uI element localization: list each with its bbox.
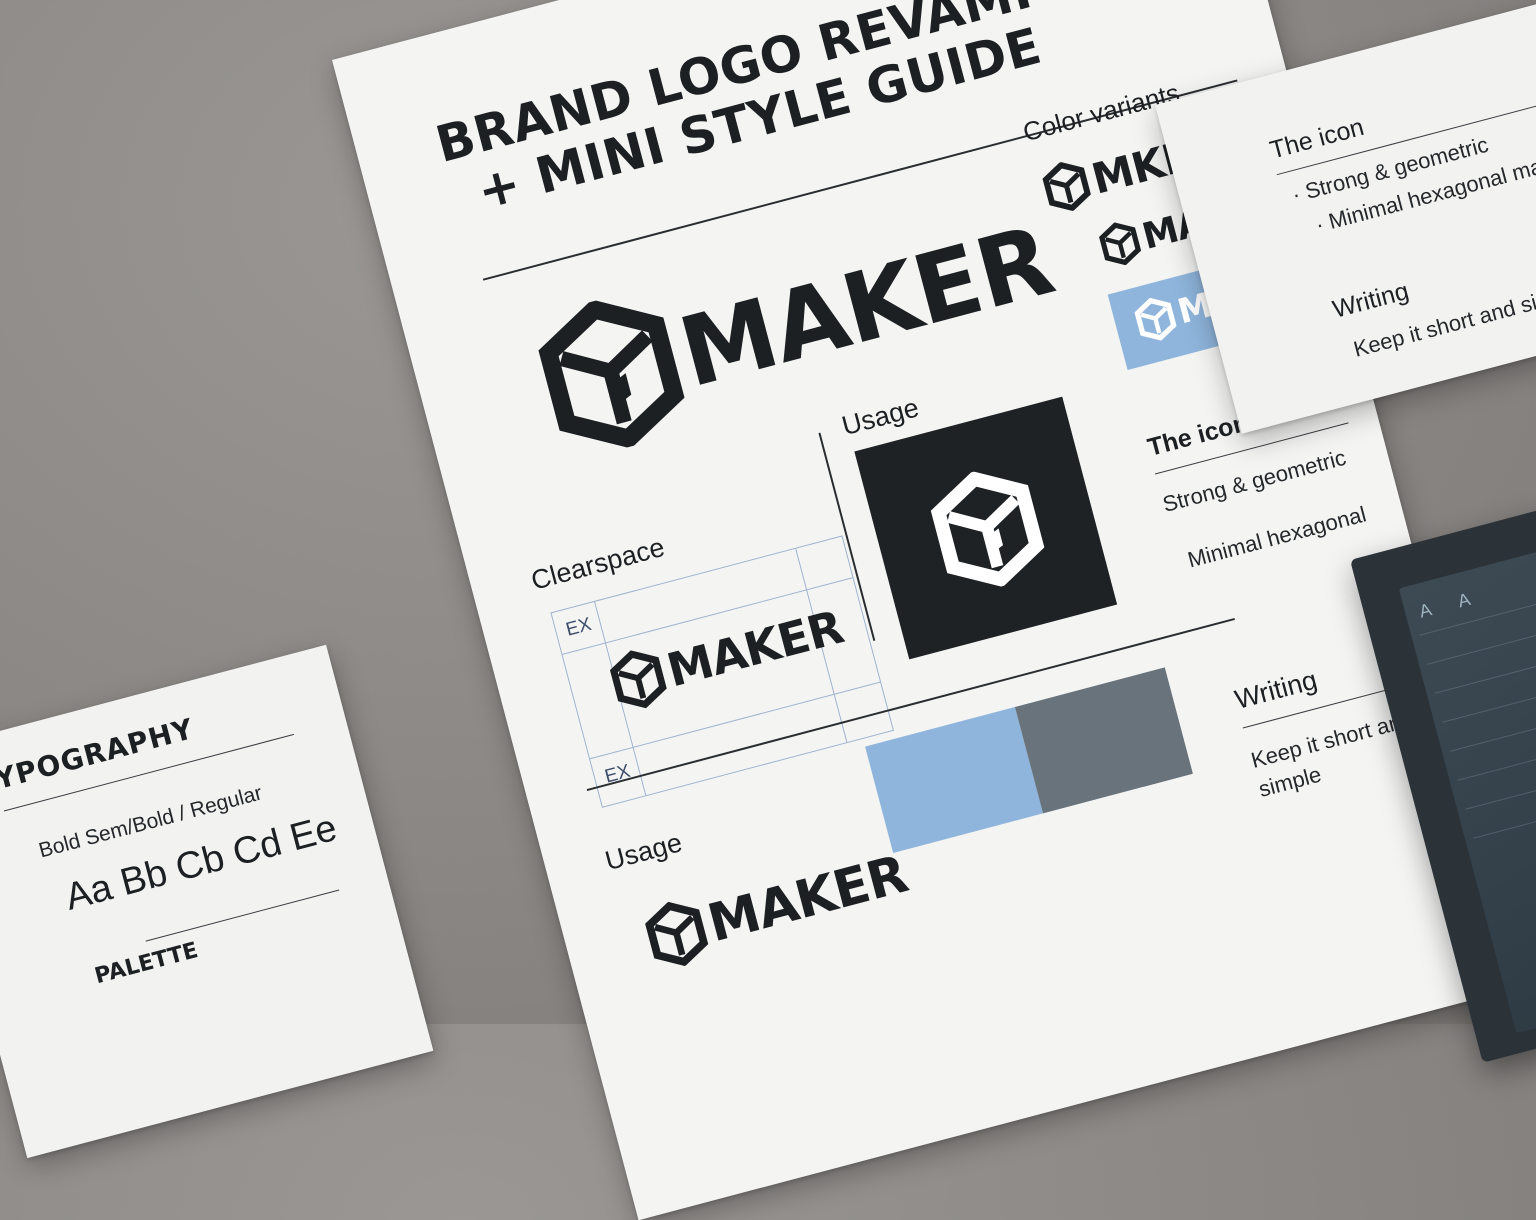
- tablet-row-line: [1450, 688, 1536, 752]
- icon-heading: The icon: [1144, 408, 1252, 462]
- icon-point-2: Minimal hexagonal: [1185, 501, 1369, 573]
- hexagon-box-logo-icon: [1131, 293, 1181, 346]
- tablet-glyph-2: A: [1455, 588, 1473, 612]
- hexagon-box-logo-icon: [605, 643, 673, 715]
- hexagon-box-logo-icon: [639, 894, 714, 973]
- tablet-glyph-1: A: [1417, 599, 1434, 622]
- palette-swatch-gray: [1014, 667, 1193, 814]
- hexagon-box-logo-icon: [1038, 156, 1095, 216]
- clearspace-logo: MAKER: [605, 597, 849, 716]
- usage-logo: MAKER: [639, 842, 914, 974]
- typography-heading: YPOGRAPHY: [0, 712, 198, 797]
- tablet-row-line: [1473, 775, 1536, 839]
- typography-card: YPOGRAPHY Bold Sem/Bold / Regular Aa Bb …: [0, 644, 434, 1159]
- tablet-row-line: [1465, 746, 1536, 810]
- writing-heading: Writing: [1231, 664, 1321, 715]
- right-writing-heading: Writing: [1329, 276, 1412, 324]
- tablet-row-line: [1419, 572, 1536, 636]
- hexagon-box-logo-icon: [1095, 217, 1145, 270]
- palette-heading: PALETTE: [92, 938, 201, 990]
- hexagon-box-logo-icon: [920, 458, 1055, 600]
- usage-wordmark: MAKER: [701, 844, 914, 955]
- tablet-row-line: [1427, 601, 1536, 665]
- clearspace-ex-top: EX: [563, 613, 594, 641]
- clearspace-wordmark: MAKER: [661, 599, 849, 698]
- palette-divider: [145, 889, 340, 942]
- usage-dark-tile: [854, 396, 1118, 660]
- tablet-row-line: [1457, 717, 1536, 781]
- usage-heading-2: Usage: [602, 827, 686, 877]
- right-icon-heading: The icon: [1267, 112, 1367, 165]
- primary-wordmark: MAKER: [668, 204, 1064, 410]
- usage-heading: Usage: [838, 392, 922, 442]
- icon-point-1: Strong & geometric: [1160, 444, 1349, 518]
